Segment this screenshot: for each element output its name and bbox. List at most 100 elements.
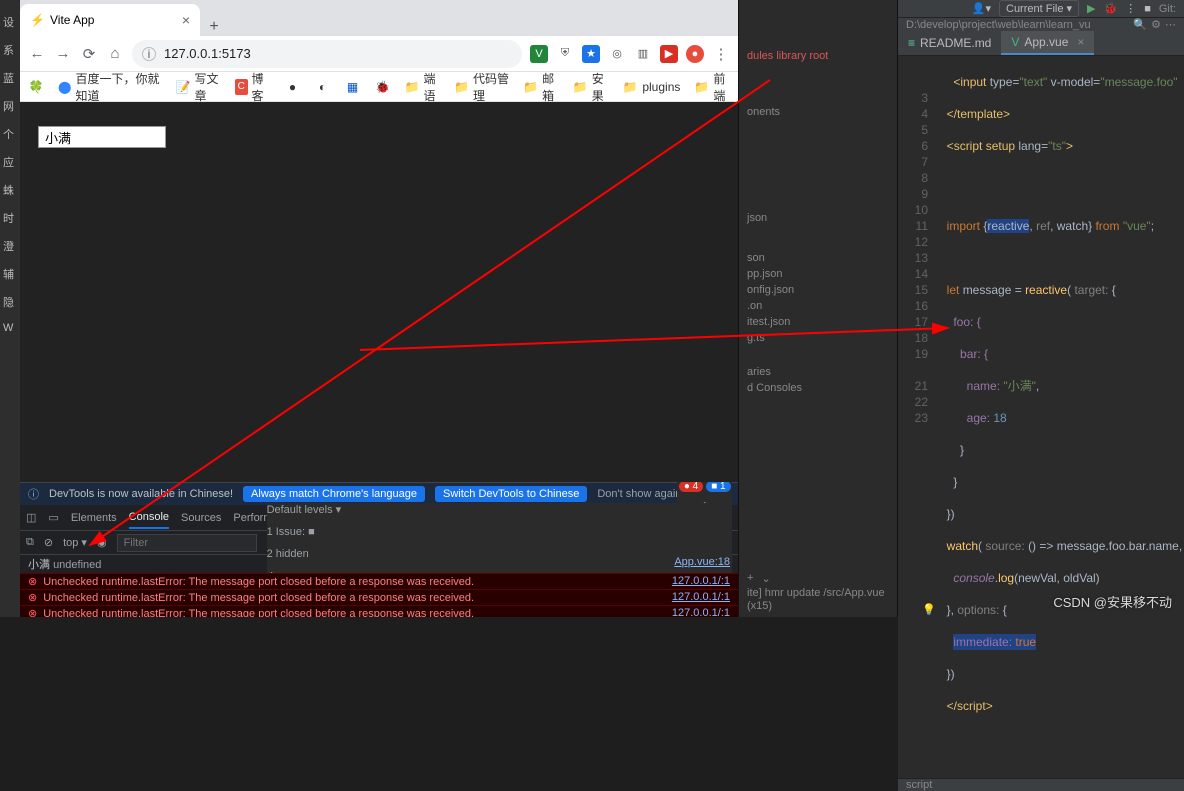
tab-console[interactable]: Console [129, 511, 169, 529]
text-input[interactable] [38, 126, 166, 148]
error-icon: ⊗ [28, 576, 37, 588]
source-link[interactable]: 127.0.0.1/:1 [672, 591, 730, 604]
issues-link[interactable]: 1 Issue: ■ [267, 526, 732, 538]
ext-icon[interactable]: ⛨ [556, 45, 574, 63]
back-icon[interactable]: ← [28, 45, 46, 63]
console-error-line: ⊗Unchecked runtime.lastError: The messag… [20, 573, 738, 589]
search-icon[interactable]: 🔍 [1133, 18, 1147, 31]
error-icon: ⊗ [28, 608, 37, 617]
bookmark[interactable]: ▦ [344, 79, 360, 95]
tab-readme[interactable]: ≡README.md [898, 32, 1001, 54]
more-icon[interactable]: ⋮ [1125, 2, 1136, 15]
tab-app-vue[interactable]: VApp.vue× [1001, 31, 1094, 55]
bookmark[interactable]: 🍀 [28, 79, 44, 95]
tree-item[interactable]: onents [739, 104, 897, 120]
tree-item[interactable]: g.ts [739, 330, 897, 346]
eye-icon[interactable]: ◉ [97, 536, 107, 549]
close-icon[interactable]: × [1077, 35, 1084, 49]
tree-item[interactable]: aries [739, 364, 897, 380]
vue-icon: V [1011, 35, 1019, 49]
bookmark[interactable]: ● [284, 79, 300, 95]
breadcrumb: D:\develop\project\web\learn\learn_vu 🔍 … [898, 17, 1184, 31]
ext-icon[interactable]: V [530, 45, 548, 63]
bookmark-folder[interactable]: 📁端语 [404, 70, 440, 104]
home-icon[interactable]: ⌂ [106, 45, 124, 63]
run-config-selector[interactable]: Current File ▾ [999, 0, 1079, 17]
tree-item[interactable]: onfig.json [739, 282, 897, 298]
match-language-button[interactable]: Always match Chrome's language [243, 486, 425, 502]
address-bar: ← → ⟳ ⌂ i 127.0.0.1:5173 V ⛨ ★ ◎ ▥ ▶ ● ⋮ [20, 36, 738, 72]
browser-tab[interactable]: ⚡ Vite App × [20, 4, 200, 36]
bookmark-folder[interactable]: 📁代码管理 [454, 70, 509, 104]
vite-icon: ⚡ [30, 13, 44, 27]
bookmark-folder[interactable]: 📁邮箱 [523, 70, 559, 104]
clear-console-icon[interactable]: ⊘ [44, 536, 53, 549]
device-icon[interactable]: ▭ [48, 511, 58, 524]
new-tab-button[interactable]: + [200, 18, 228, 36]
tree-item[interactable]: pp.json [739, 266, 897, 282]
tree-item[interactable]: d Consoles [739, 380, 897, 396]
tree-item[interactable]: itest.json [739, 314, 897, 330]
ext-icon[interactable]: ◎ [608, 45, 626, 63]
more-icon[interactable]: ⋯ [1165, 18, 1176, 31]
gear-icon[interactable]: ⚙ [1151, 18, 1161, 31]
tree-item[interactable]: .on [739, 298, 897, 314]
bookmark[interactable]: ⬤百度一下，你就知道 [58, 70, 162, 104]
markdown-icon: ≡ [908, 36, 915, 50]
forward-icon[interactable]: → [54, 45, 72, 63]
user-menu[interactable]: 👤▾ [972, 2, 991, 15]
banner-text: DevTools is now available in Chinese! [49, 488, 233, 500]
ide-toolbar: 👤▾ Current File ▾ ▶ 🐞 ⋮ ■ Git: [898, 0, 1184, 17]
console-error-line: ⊗Unchecked runtime.lastError: The messag… [20, 605, 738, 617]
bookmark[interactable]: 📝写文章 [176, 70, 221, 104]
info-count-badge[interactable]: ■ 1 [706, 481, 730, 492]
run-icon[interactable]: ▶ [1087, 2, 1095, 15]
tab-elements[interactable]: Elements [71, 512, 117, 524]
git-label[interactable]: Git: [1159, 3, 1176, 15]
tree-item[interactable]: son [739, 250, 897, 266]
lightbulb-icon[interactable]: 💡 [922, 602, 936, 618]
add-icon[interactable]: + [747, 572, 753, 585]
ext-icon[interactable]: ▶ [660, 45, 678, 63]
debug-icon[interactable]: 🐞 [1104, 2, 1118, 15]
console-output: 小满 undefinedApp.vue:18 ⊗Unchecked runtim… [20, 555, 738, 617]
tab-sources[interactable]: Sources [181, 512, 221, 524]
editor-tabs: ≡README.md VApp.vue× [898, 31, 1184, 56]
error-count-badge[interactable]: ● 4 [679, 481, 703, 492]
bookmark[interactable]: ◐ [314, 79, 330, 95]
bookmark-folder[interactable]: 📁前端 [694, 70, 730, 104]
omnibox[interactable]: i 127.0.0.1:5173 [132, 40, 522, 68]
bookmark[interactable]: C博客 [235, 70, 271, 104]
site-info-icon[interactable]: i [142, 47, 156, 61]
sidebar-toggle-icon[interactable]: ⧉ [26, 536, 34, 549]
tree-item[interactable]: json [739, 210, 897, 226]
inspect-icon[interactable]: ◫ [26, 511, 36, 524]
close-icon[interactable]: × [182, 12, 190, 28]
context-selector[interactable]: top ▾ [63, 536, 87, 549]
extensions-row: V ⛨ ★ ◎ ▥ ▶ ● ⋮ [530, 45, 730, 63]
source-link[interactable]: App.vue:18 [674, 556, 730, 572]
editor-status-bar: script [898, 778, 1184, 791]
ext-icon[interactable]: ▥ [634, 45, 652, 63]
devtools-panel: ⓘ DevTools is now available in Chinese! … [20, 482, 738, 617]
browser-window: ⚡ Vite App × + ← → ⟳ ⌂ i 127.0.0.1:5173 … [20, 0, 738, 617]
reload-icon[interactable]: ⟳ [80, 45, 98, 63]
stop-icon[interactable]: ■ [1144, 3, 1151, 15]
menu-icon[interactable]: ⋮ [712, 45, 730, 63]
source-link[interactable]: 127.0.0.1/:1 [672, 575, 730, 588]
tree-item[interactable]: dules library root [739, 48, 897, 64]
bookmark[interactable]: 🐞 [374, 79, 390, 95]
levels-selector[interactable]: Default levels ▾ [267, 503, 732, 516]
code-editor[interactable]: 345678910111213141516171819212223 <input… [898, 56, 1184, 778]
chevron-down-icon[interactable]: ⌄ [761, 572, 770, 585]
console-toolbar: ⧉ ⊘ top ▾ ◉ Default levels ▾ 1 Issue: ■ … [20, 531, 738, 555]
filter-input[interactable] [117, 534, 257, 552]
switch-chinese-button[interactable]: Switch DevTools to Chinese [435, 486, 587, 502]
console-log-line: 小满 undefinedApp.vue:18 [20, 555, 738, 573]
bookmark-folder[interactable]: 📁安果 [573, 70, 609, 104]
source-link[interactable]: 127.0.0.1/:1 [672, 607, 730, 617]
bookmark-folder[interactable]: 📁plugins [622, 79, 680, 95]
dont-show-button[interactable]: Don't show again [597, 488, 681, 500]
record-icon[interactable]: ● [686, 45, 704, 63]
ext-icon[interactable]: ★ [582, 45, 600, 63]
